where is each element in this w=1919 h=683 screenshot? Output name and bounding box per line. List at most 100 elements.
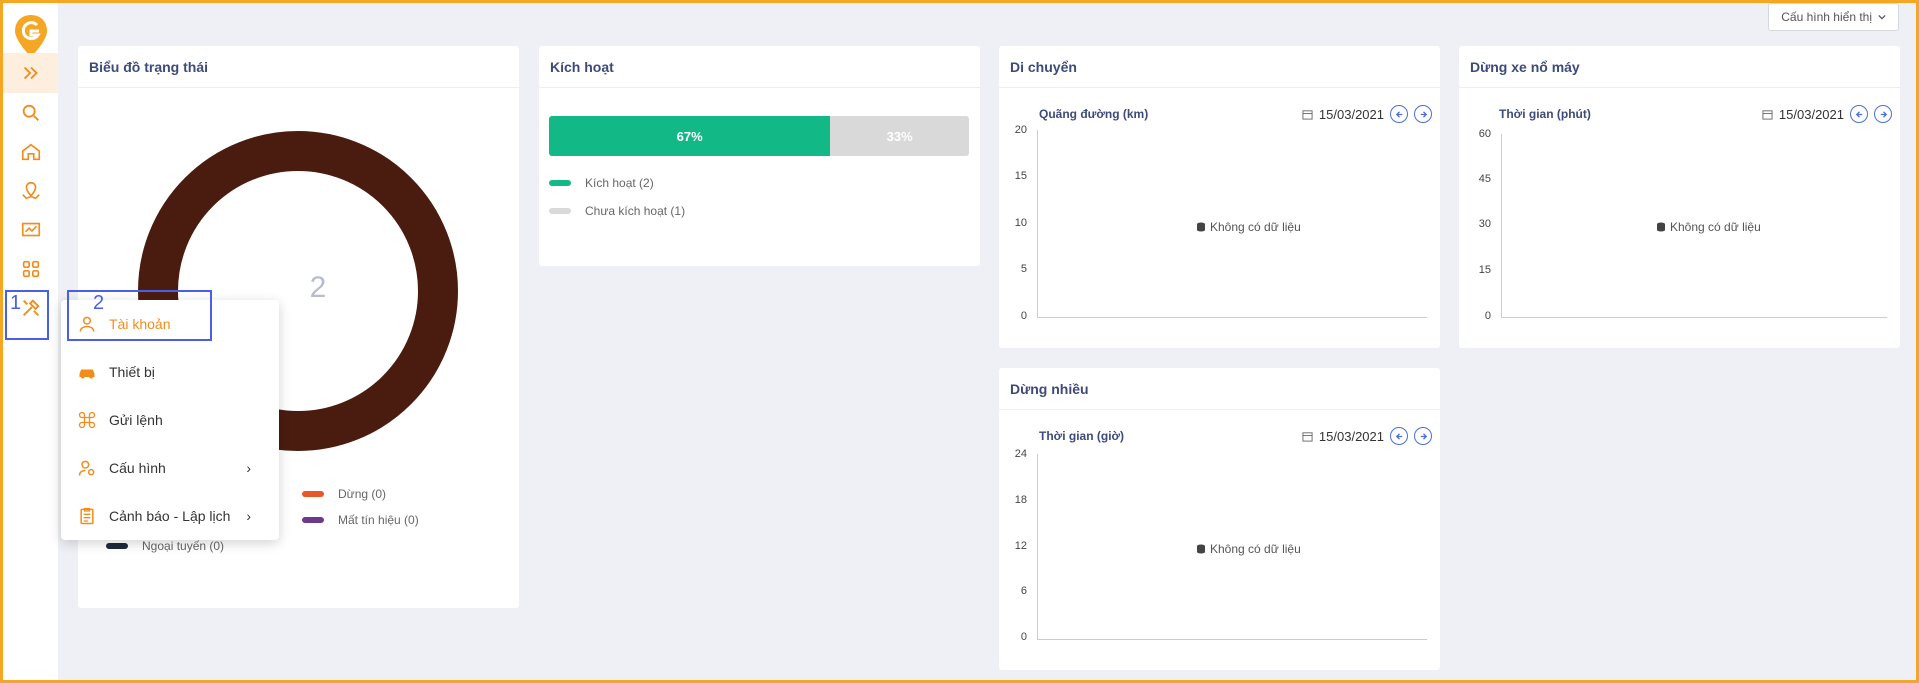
legend-item: Mất tín hiệu (0) xyxy=(302,513,419,527)
menu-item-device[interactable]: Thiết bị xyxy=(61,348,279,396)
menu-item-config[interactable]: Cấu hình › xyxy=(61,444,279,492)
chart-header: Quãng đường (km) 15/03/2021 xyxy=(1039,104,1432,124)
chart-metric: Thời gian (phút) xyxy=(1499,107,1591,121)
y-tick: 15 xyxy=(1478,264,1491,276)
legend-swatch xyxy=(106,543,128,549)
active-segment: 67% xyxy=(549,116,831,156)
highlight-box-2 xyxy=(67,290,212,341)
arrow-right-icon xyxy=(1420,432,1427,440)
legend-swatch xyxy=(302,517,324,523)
menu-item-label: Gửi lệnh xyxy=(109,412,163,428)
card-title: Dừng nhiều xyxy=(999,368,1440,410)
y-tick: 5 xyxy=(1020,263,1027,275)
no-data-message: Không có dữ liệu xyxy=(1656,220,1761,234)
expand-icon xyxy=(23,66,38,80)
card-title: Biểu đồ trạng thái xyxy=(78,46,519,88)
y-tick: 18 xyxy=(1014,494,1027,506)
sidebar-item-search[interactable] xyxy=(3,93,58,133)
sidebar-item-apps[interactable] xyxy=(3,249,58,289)
activation-bar: 67% 33% xyxy=(549,116,969,156)
prev-date-button[interactable] xyxy=(1390,105,1408,123)
no-data-text: Không có dữ liệu xyxy=(1210,542,1301,556)
calendar-icon xyxy=(1762,109,1773,120)
date-picker[interactable]: 15/03/2021 xyxy=(1302,105,1432,123)
date-picker[interactable]: 15/03/2021 xyxy=(1302,427,1432,445)
prev-date-button[interactable] xyxy=(1850,105,1868,123)
database-icon xyxy=(1657,222,1665,232)
home-icon xyxy=(21,143,40,161)
chart-icon xyxy=(21,222,40,237)
y-tick: 24 xyxy=(1014,448,1027,460)
y-tick: 0 xyxy=(1020,631,1027,643)
legend-item: Ngoại tuyến (0) xyxy=(106,539,224,553)
sidebar-item-map[interactable] xyxy=(3,171,58,211)
highlight-number-1: 1 xyxy=(10,292,22,314)
inactive-segment: 33% xyxy=(830,116,969,156)
legend-label: Kích hoạt (2) xyxy=(585,176,654,190)
search-icon xyxy=(22,104,39,121)
y-tick: 0 xyxy=(1020,310,1027,322)
legend-swatch xyxy=(549,208,571,214)
y-tick: 30 xyxy=(1478,218,1491,230)
date-value: 15/03/2021 xyxy=(1778,106,1844,122)
database-icon xyxy=(1197,544,1205,554)
arrow-left-icon xyxy=(1395,110,1402,118)
y-tick: 0 xyxy=(1484,310,1491,322)
no-data-message: Không có dữ liệu xyxy=(1196,542,1301,556)
y-tick: 20 xyxy=(1014,124,1027,136)
display-config-button[interactable]: Cấu hình hiển thị xyxy=(1768,3,1899,31)
clipboard-icon xyxy=(80,507,94,525)
legend-item: Chưa kích hoạt (1) xyxy=(549,204,685,218)
chart-header: Thời gian (giờ) 15/03/2021 xyxy=(1039,426,1432,446)
command-icon xyxy=(78,411,96,429)
status-total: 2 xyxy=(309,271,327,304)
legend-item: Dừng (0) xyxy=(302,487,386,501)
next-date-button[interactable] xyxy=(1874,105,1892,123)
legend-label: Dừng (0) xyxy=(338,487,387,501)
idle-card: Dừng xe nổ máy Thời gian (phút) 15/03/20… xyxy=(1459,46,1900,348)
menu-item-label: Cấu hình xyxy=(109,460,166,476)
sidebar-expand-button[interactable] xyxy=(3,53,58,93)
y-tick: 6 xyxy=(1020,585,1027,597)
no-data-text: Không có dữ liệu xyxy=(1670,220,1761,234)
legend-swatch xyxy=(302,491,324,497)
chevron-right-icon: › xyxy=(246,460,251,476)
map-icon xyxy=(21,181,40,200)
y-tick: 15 xyxy=(1014,170,1027,182)
menu-item-label: Thiết bị xyxy=(109,364,155,380)
sidebar-item-home[interactable] xyxy=(3,132,58,172)
activation-card: Kích hoạt 67% 33% Kích hoạt (2) Chưa kíc… xyxy=(539,46,980,266)
legend-label: Ngoại tuyến (0) xyxy=(142,539,225,553)
legend-label: Chưa kích hoạt (1) xyxy=(585,204,686,218)
sidebar xyxy=(3,3,58,680)
card-title: Kích hoạt xyxy=(539,46,980,88)
arrow-right-icon xyxy=(1420,110,1427,118)
next-date-button[interactable] xyxy=(1414,105,1432,123)
sidebar-item-chart[interactable] xyxy=(3,210,58,250)
card-title: Dừng xe nổ máy xyxy=(1459,46,1900,88)
next-date-button[interactable] xyxy=(1414,427,1432,445)
date-value: 15/03/2021 xyxy=(1318,428,1384,444)
menu-item-alert-schedule[interactable]: Cảnh báo - Lập lịch › xyxy=(61,492,279,540)
user-settings-icon xyxy=(78,460,95,476)
menu-item-label: Cảnh báo - Lập lịch xyxy=(109,508,231,524)
legend-swatch xyxy=(549,180,571,186)
card-title: Di chuyển xyxy=(999,46,1440,88)
legend-item: Kích hoạt (2) xyxy=(549,176,654,190)
arrow-left-icon xyxy=(1855,110,1862,118)
stop-card: Dừng nhiều Thời gian (giờ) 15/03/2021 24… xyxy=(999,368,1440,670)
arrow-right-icon xyxy=(1880,110,1887,118)
calendar-icon xyxy=(1302,431,1313,442)
no-data-message: Không có dữ liệu xyxy=(1196,220,1301,234)
calendar-icon xyxy=(1302,109,1313,120)
car-icon xyxy=(79,369,95,379)
prev-date-button[interactable] xyxy=(1390,427,1408,445)
menu-item-send-command[interactable]: Gửi lệnh xyxy=(61,396,279,444)
y-tick: 60 xyxy=(1478,128,1491,140)
move-card: Di chuyển Quãng đường (km) 15/03/2021 20… xyxy=(999,46,1440,348)
apps-icon xyxy=(22,260,39,278)
arrow-left-icon xyxy=(1395,432,1402,440)
date-value: 15/03/2021 xyxy=(1318,106,1384,122)
y-tick: 12 xyxy=(1014,540,1027,552)
date-picker[interactable]: 15/03/2021 xyxy=(1762,105,1892,123)
